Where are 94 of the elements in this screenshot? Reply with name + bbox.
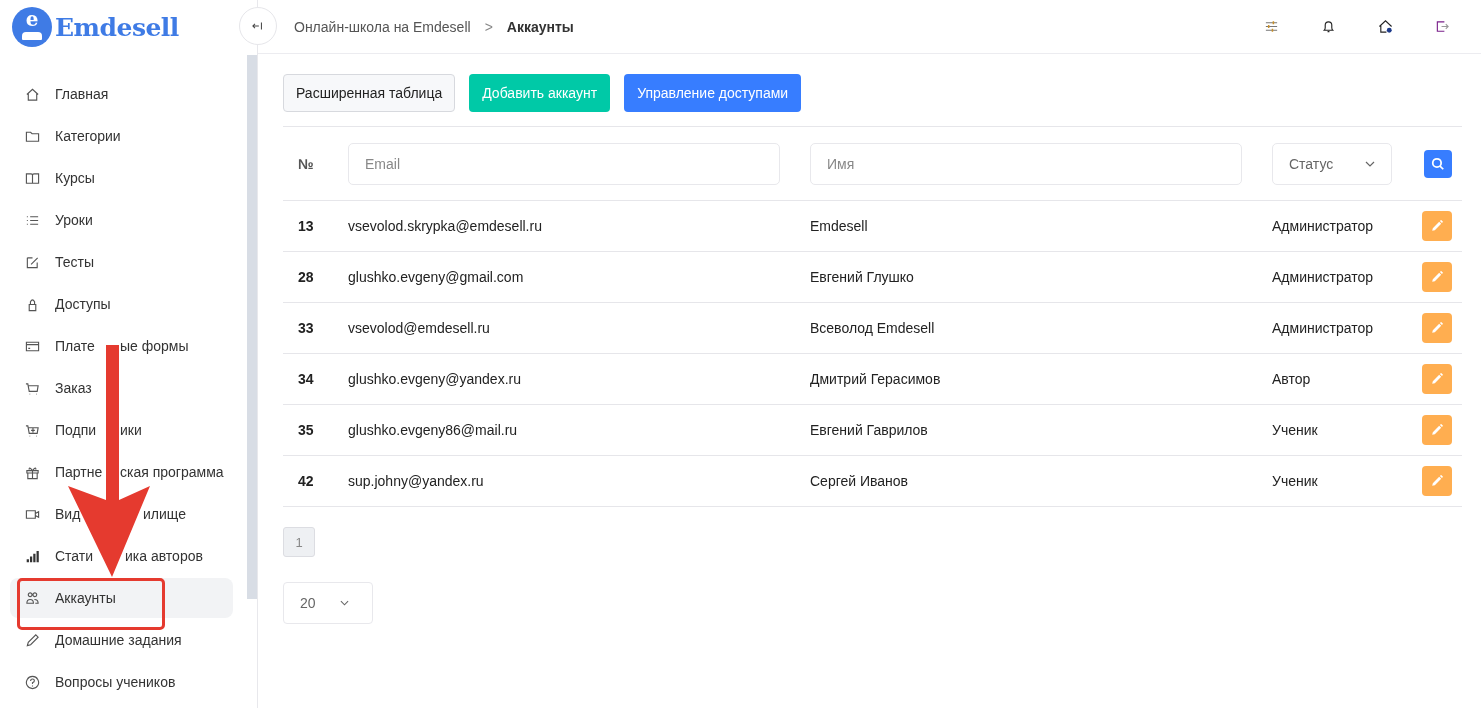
column-heading: № bbox=[298, 155, 315, 172]
edit-button[interactable] bbox=[1422, 262, 1452, 292]
sidebar-item[interactable]: Тесты bbox=[10, 241, 233, 283]
toolbar-button[interactable]: Расширенная таблица bbox=[283, 74, 456, 112]
sidebar-label: ые формы bbox=[120, 338, 189, 354]
sidebar-label: ская программа bbox=[120, 464, 224, 480]
book-icon bbox=[25, 170, 40, 186]
sidebar-label: Плате bbox=[55, 338, 95, 354]
sidebar-item[interactable]: Категории bbox=[10, 115, 233, 157]
table-cell-text: Ученик bbox=[1272, 473, 1319, 489]
sidebar-item[interactable]: Главная bbox=[10, 73, 233, 115]
sidebar-label: ика авторов bbox=[125, 548, 203, 564]
sidebar-item[interactable]: Подпи ики bbox=[10, 409, 233, 451]
cart-icon bbox=[25, 380, 40, 396]
edit-button[interactable] bbox=[1422, 415, 1452, 445]
sidebar-label: Стати bbox=[55, 548, 94, 564]
toolbar-button[interactable]: Управление доступами bbox=[624, 74, 802, 112]
table-cell-text: glushko.evgeny@yandex.ru bbox=[348, 371, 522, 387]
edit-button[interactable] bbox=[1422, 364, 1452, 394]
sidebar-label: Вид bbox=[55, 506, 81, 522]
table-cell-text: 34 bbox=[298, 371, 315, 387]
breadcrumb-link[interactable]: Онлайн-школа на Emdesell bbox=[294, 18, 471, 35]
sidebar-item[interactable]: Доступы bbox=[10, 283, 233, 325]
sidebar-item[interactable]: Домашние задания bbox=[10, 619, 233, 661]
sidebar-item[interactable]: Стати ика авторов bbox=[10, 535, 233, 577]
question-icon bbox=[25, 674, 40, 690]
notifications-icon[interactable] bbox=[1321, 19, 1336, 34]
status-select[interactable]: Статус bbox=[1272, 142, 1392, 185]
chevron-down-icon bbox=[339, 600, 349, 606]
gift-icon bbox=[25, 464, 40, 480]
bars-icon bbox=[25, 548, 40, 564]
collapse-icon bbox=[252, 20, 264, 32]
table-cell-text: Автор bbox=[1272, 371, 1312, 387]
sidebar-item[interactable]: Плате ые формы bbox=[10, 325, 233, 367]
table-cell-text: Евгений Глушко bbox=[810, 269, 915, 285]
edit-button[interactable] bbox=[1422, 466, 1452, 496]
sidebar-label: Подпи bbox=[55, 422, 97, 438]
table-cell-text: Всеволод Emdesell bbox=[810, 320, 936, 336]
edit-button[interactable] bbox=[1422, 313, 1452, 343]
email-filter-field[interactable]: Email bbox=[348, 142, 780, 185]
table-cell-text: Дмитрий Герасимов bbox=[810, 371, 942, 387]
sidebar-item[interactable]: Уроки bbox=[10, 199, 233, 241]
sidebar-item[interactable]: Партне ская программа bbox=[10, 451, 233, 493]
sidebar-label: Партне bbox=[55, 464, 103, 480]
table-cell-text: 35 bbox=[298, 422, 315, 438]
table-cell-text: glushko.evgeny@gmail.com bbox=[348, 269, 525, 285]
table-cell-text: Евгений Гаврилов bbox=[810, 422, 929, 438]
pencil-icon bbox=[1430, 270, 1444, 284]
table-cell-text: Администратор bbox=[1272, 320, 1374, 336]
pencil-icon bbox=[1430, 474, 1444, 488]
sidebar-item[interactable]: Вид илище bbox=[10, 493, 233, 535]
pencil-icon bbox=[1430, 321, 1444, 335]
table-cell-text: vsevolod@emdesell.ru bbox=[348, 320, 491, 336]
sidebar-item[interactable]: Заказ bbox=[10, 367, 233, 409]
scrollbar-thumb[interactable] bbox=[247, 55, 257, 599]
table-cell-text: 28 bbox=[298, 269, 315, 285]
name-filter-field[interactable]: Имя bbox=[810, 142, 1242, 185]
page-size-select[interactable]: 20 bbox=[283, 582, 373, 624]
sidebar-item[interactable]: Аккаунты bbox=[10, 578, 233, 618]
home-icon bbox=[25, 86, 40, 102]
table-cell-text: 13 bbox=[298, 218, 315, 234]
logo-text: Emdesell bbox=[55, 12, 179, 42]
table-cell-text: sup.johny@yandex.ru bbox=[348, 473, 485, 489]
sidebar-label: илище bbox=[143, 506, 186, 522]
search-button[interactable] bbox=[1424, 149, 1452, 178]
search-icon bbox=[1431, 156, 1445, 171]
sidebar-item[interactable]: Вопросы учеников bbox=[10, 661, 233, 703]
filter-sliders-icon[interactable] bbox=[1264, 19, 1279, 34]
table-cell-text: Emdesell bbox=[810, 218, 869, 234]
pencil-icon bbox=[1430, 372, 1444, 386]
table-cell-text: 33 bbox=[298, 320, 315, 336]
table-cell-text: 42 bbox=[298, 473, 315, 489]
sidebar-label: ики bbox=[120, 422, 142, 438]
table-cell-text: glushko.evgeny86@mail.ru bbox=[348, 422, 519, 438]
table-cell-text: Администратор bbox=[1272, 269, 1374, 285]
users-icon bbox=[25, 590, 40, 606]
table-cell-text: Ученик bbox=[1272, 422, 1319, 438]
pencil-icon bbox=[1430, 423, 1444, 437]
edit-button[interactable] bbox=[1422, 211, 1452, 241]
table-cell-text: vsevolod.skrypka@emdesell.ru bbox=[348, 218, 543, 234]
chevron-down-icon bbox=[1365, 160, 1375, 167]
collapse-sidebar-button[interactable] bbox=[239, 7, 277, 45]
table-cell-text: Администратор bbox=[1272, 218, 1374, 234]
breadcrumb-separator: > bbox=[484, 18, 493, 35]
home-icon[interactable] bbox=[1378, 19, 1393, 34]
cart-plus-icon bbox=[25, 422, 40, 438]
pencil-icon bbox=[1430, 219, 1444, 233]
pencil-icon bbox=[25, 632, 40, 648]
logo-icon: e bbox=[12, 7, 52, 47]
breadcrumb-link[interactable]: Аккаунты bbox=[506, 18, 574, 35]
logout-icon[interactable] bbox=[1435, 19, 1450, 34]
edit-icon bbox=[25, 254, 40, 270]
table-cell-text: Сергей Иванов bbox=[810, 473, 910, 489]
sidebar-item[interactable]: Курсы bbox=[10, 157, 233, 199]
